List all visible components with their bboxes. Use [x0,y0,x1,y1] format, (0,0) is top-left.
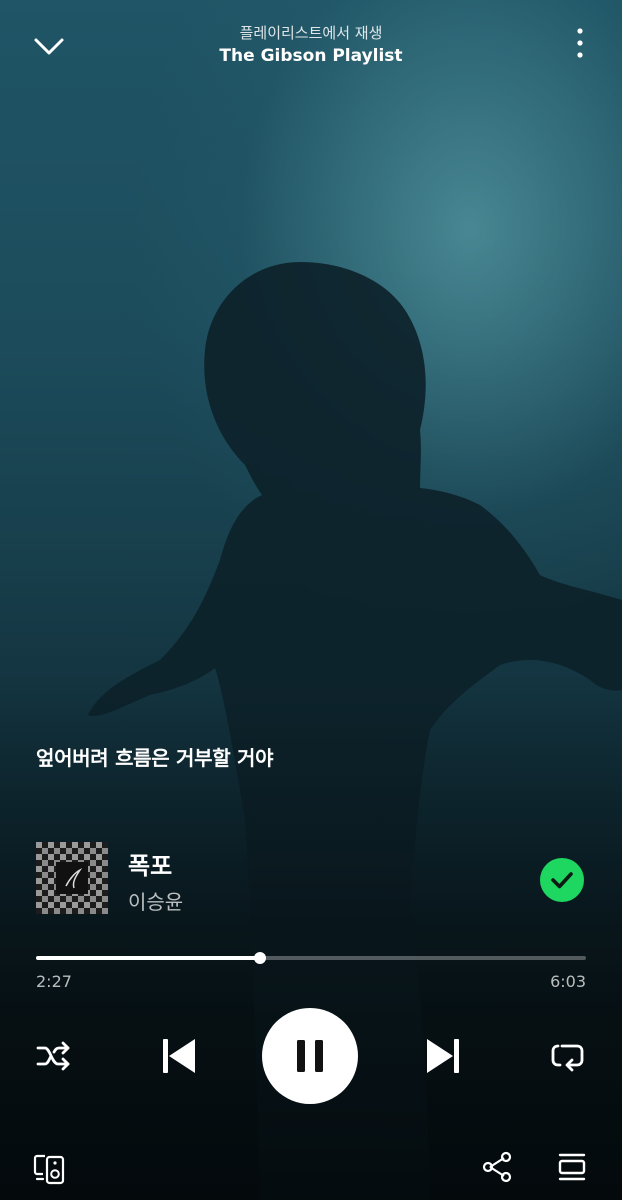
track-title[interactable]: 폭포 [128,846,172,881]
lyrics-line[interactable]: 엎어버려 흐름은 거부할 거야 [36,742,274,771]
more-vertical-icon [577,28,583,58]
playlist-name[interactable]: The Gibson Playlist [0,46,622,66]
skip-next-icon [427,1039,459,1073]
skip-previous-icon [163,1039,195,1073]
total-duration: 6:03 [550,972,586,991]
share-button[interactable] [480,1150,514,1184]
repeat-icon [551,1044,584,1072]
pause-icon [297,1040,323,1072]
track-info: 폭포 이승윤 [36,842,586,918]
connect-device-button[interactable] [32,1150,68,1186]
saved-button[interactable] [540,858,584,902]
playing-from-label: 플레이리스트에서 재생 [239,24,383,42]
shuffle-icon [36,1041,70,1071]
next-button[interactable] [422,1034,464,1078]
album-cover[interactable] [36,842,108,914]
elapsed-time: 2:27 [36,972,72,991]
queue-button[interactable] [556,1150,588,1182]
pause-button[interactable] [262,1008,358,1104]
progress-thumb[interactable] [253,952,266,964]
repeat-button[interactable] [548,1036,588,1076]
check-icon [551,872,573,889]
share-icon [482,1151,512,1183]
top-bar: 플레이리스트에서 재생 The Gibson Playlist [0,0,622,90]
previous-button[interactable] [158,1034,200,1078]
album-cover-checkered [36,842,108,914]
more-options-button[interactable] [570,24,590,64]
progress-bar[interactable] [36,950,586,966]
queue-icon [558,1153,586,1181]
shuffle-button[interactable] [34,1036,74,1076]
devices-icon [33,1154,65,1185]
progress-fill [36,956,260,960]
track-artist[interactable]: 이승윤 [128,886,183,915]
